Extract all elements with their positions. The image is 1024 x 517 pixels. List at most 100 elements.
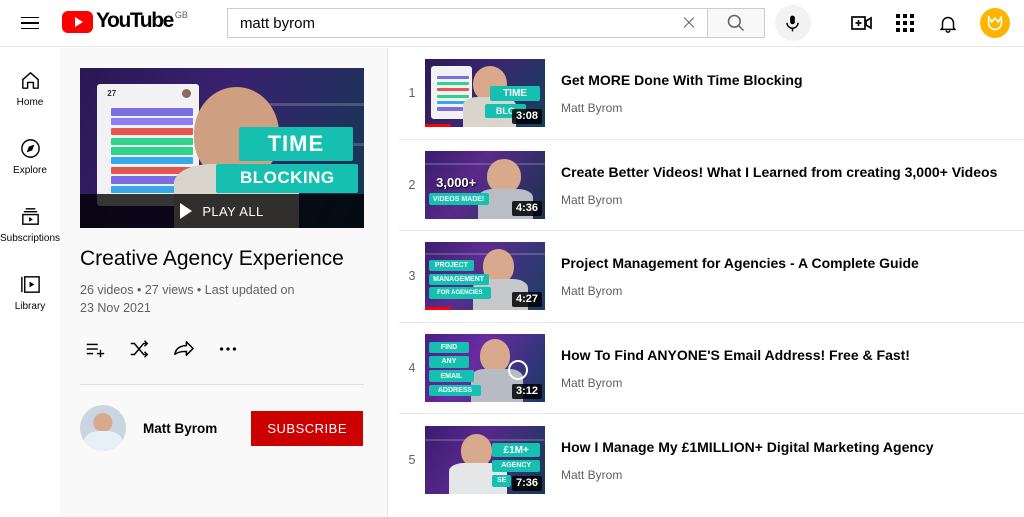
table-row[interactable]: 2 3,000+ VIDEOS MADE! 4:36 Create Better… bbox=[399, 140, 1024, 232]
create-video-button[interactable] bbox=[843, 4, 881, 42]
video-title[interactable]: How To Find ANYONE'S Email Address! Free… bbox=[561, 345, 1002, 365]
account-avatar[interactable] bbox=[980, 8, 1010, 38]
video-title[interactable]: How I Manage My £1MILLION+ Digital Marke… bbox=[561, 437, 1002, 457]
row-index: 3 bbox=[399, 269, 425, 283]
playlist-video-list: 1 TIME BLO 3:08 Get MORE Done With Time … bbox=[389, 48, 1024, 517]
row-index: 4 bbox=[399, 361, 425, 375]
thumb-tag: MANAGEMENT bbox=[429, 274, 489, 286]
divider bbox=[80, 384, 364, 385]
youtube-apps-button[interactable] bbox=[886, 4, 924, 42]
voice-search-button[interactable] bbox=[775, 5, 811, 41]
video-duration: 4:36 bbox=[512, 201, 542, 216]
cal-line bbox=[111, 118, 193, 125]
thumb-tag: AGENCY bbox=[492, 460, 540, 472]
video-channel[interactable]: Matt Byrom bbox=[561, 467, 1002, 483]
youtube-play-icon bbox=[62, 11, 93, 33]
thumb-person bbox=[461, 434, 492, 467]
sidebar-item-home[interactable]: Home bbox=[0, 54, 60, 122]
youtube-wordmark: YouTube bbox=[96, 9, 173, 33]
video-channel[interactable]: Matt Byrom bbox=[561, 192, 1002, 208]
subscriptions-icon bbox=[19, 205, 42, 228]
play-all-button[interactable]: PLAY ALL bbox=[80, 194, 364, 228]
sidebar-item-label: Subscriptions bbox=[0, 233, 60, 244]
search-input[interactable] bbox=[240, 15, 677, 32]
notifications-button[interactable] bbox=[929, 4, 967, 42]
guide-menu-button[interactable] bbox=[10, 3, 50, 43]
cal-line bbox=[111, 147, 193, 154]
share-button[interactable] bbox=[172, 337, 195, 360]
more-horizontal-icon bbox=[217, 338, 239, 360]
thumb-tag: SE bbox=[492, 475, 511, 487]
cal-line bbox=[111, 157, 193, 164]
row-index: 1 bbox=[399, 86, 425, 100]
video-info: Create Better Videos! What I Learned fro… bbox=[561, 162, 1002, 208]
hamburger-line bbox=[21, 28, 39, 30]
hamburger-line bbox=[21, 22, 39, 24]
sidebar-item-subscriptions[interactable]: Subscriptions bbox=[0, 190, 60, 258]
cal-line bbox=[437, 88, 470, 91]
shuffle-button[interactable] bbox=[128, 338, 150, 360]
save-to-playlist-button[interactable] bbox=[84, 338, 106, 360]
video-info: Get MORE Done With Time Blocking Matt By… bbox=[561, 70, 1002, 116]
sidebar-item-label: Home bbox=[17, 97, 44, 108]
thumb-tag: 3,000+ bbox=[429, 173, 484, 191]
avatar-body bbox=[84, 431, 122, 451]
thumb-tag: FOR AGENCIES bbox=[429, 287, 491, 299]
video-thumbnail[interactable]: £1M+ AGENCY SE 7:36 bbox=[425, 426, 545, 494]
video-thumbnail[interactable]: TIME BLO 3:08 bbox=[425, 59, 545, 127]
youtube-apps-icon bbox=[895, 13, 915, 33]
thumb-person bbox=[480, 339, 510, 372]
search-button[interactable] bbox=[707, 8, 765, 38]
cal-line bbox=[111, 128, 193, 135]
thumb-tag: EMAIL bbox=[429, 370, 475, 382]
sidebar-item-library[interactable]: Library bbox=[0, 258, 60, 326]
video-channel[interactable]: Matt Byrom bbox=[561, 100, 1002, 116]
table-row[interactable]: 3 PROJECT MANAGEMENT FOR AGENCIES 4:27 P… bbox=[399, 231, 1024, 323]
header-actions bbox=[843, 4, 1010, 42]
playlist-title[interactable]: Creative Agency Experience bbox=[80, 246, 363, 272]
cover-calendar-number: 27 bbox=[107, 89, 116, 98]
hamburger-line bbox=[21, 17, 39, 19]
sidebar-item-explore[interactable]: Explore bbox=[0, 122, 60, 190]
playlist-panel: 27 TIME BLOCKING PLAY ALL Creative Agenc… bbox=[60, 48, 388, 517]
video-thumbnail[interactable]: FIND ANY EMAIL ADDRESS 3:12 bbox=[425, 334, 545, 402]
search-box[interactable] bbox=[227, 8, 707, 38]
video-duration: 4:27 bbox=[512, 292, 542, 307]
thumb-tag: £1M+ bbox=[492, 443, 540, 457]
owner-avatar[interactable] bbox=[80, 405, 126, 451]
video-channel[interactable]: Matt Byrom bbox=[561, 375, 1002, 391]
youtube-logo[interactable]: YouTube GB bbox=[62, 9, 188, 37]
video-title[interactable]: Project Management for Agencies - A Comp… bbox=[561, 253, 1002, 273]
table-row[interactable]: 4 FIND ANY EMAIL ADDRESS 3:12 How To Fin… bbox=[399, 323, 1024, 415]
video-thumbnail[interactable]: PROJECT MANAGEMENT FOR AGENCIES 4:27 bbox=[425, 242, 545, 310]
thumb-tag: TIME bbox=[490, 86, 540, 101]
owner-name[interactable]: Matt Byrom bbox=[143, 421, 217, 436]
thumb-at-symbol-icon bbox=[508, 360, 528, 380]
table-row[interactable]: 1 TIME BLO 3:08 Get MORE Done With Time … bbox=[399, 48, 1024, 140]
thumb-tag: PROJECT bbox=[429, 260, 475, 272]
more-actions-button[interactable] bbox=[217, 338, 239, 360]
bell-icon bbox=[937, 12, 959, 34]
video-duration: 7:36 bbox=[512, 476, 542, 491]
video-duration: 3:08 bbox=[512, 109, 542, 124]
cal-line bbox=[111, 108, 193, 115]
create-video-icon bbox=[850, 11, 874, 35]
table-row[interactable]: 5 £1M+ AGENCY SE 7:36 How I Manage My £1… bbox=[399, 414, 1024, 506]
subscribe-button[interactable]: SUBSCRIBE bbox=[251, 411, 363, 446]
search-icon bbox=[726, 13, 746, 33]
video-info: How I Manage My £1MILLION+ Digital Marke… bbox=[561, 437, 1002, 483]
thumb-tag: FIND bbox=[429, 342, 470, 354]
thumb-person bbox=[487, 159, 521, 193]
close-icon[interactable] bbox=[677, 11, 701, 35]
cal-line bbox=[437, 82, 470, 85]
video-title[interactable]: Create Better Videos! What I Learned fro… bbox=[561, 162, 1002, 182]
video-title[interactable]: Get MORE Done With Time Blocking bbox=[561, 70, 1002, 90]
video-duration: 3:12 bbox=[512, 384, 542, 399]
library-icon bbox=[19, 273, 42, 296]
video-channel[interactable]: Matt Byrom bbox=[561, 283, 1002, 299]
microphone-icon bbox=[783, 14, 802, 33]
thumb-tag: ADDRESS bbox=[429, 385, 482, 397]
playlist-cover[interactable]: 27 TIME BLOCKING PLAY ALL bbox=[80, 68, 364, 228]
video-info: Project Management for Agencies - A Comp… bbox=[561, 253, 1002, 299]
video-thumbnail[interactable]: 3,000+ VIDEOS MADE! 4:36 bbox=[425, 151, 545, 219]
